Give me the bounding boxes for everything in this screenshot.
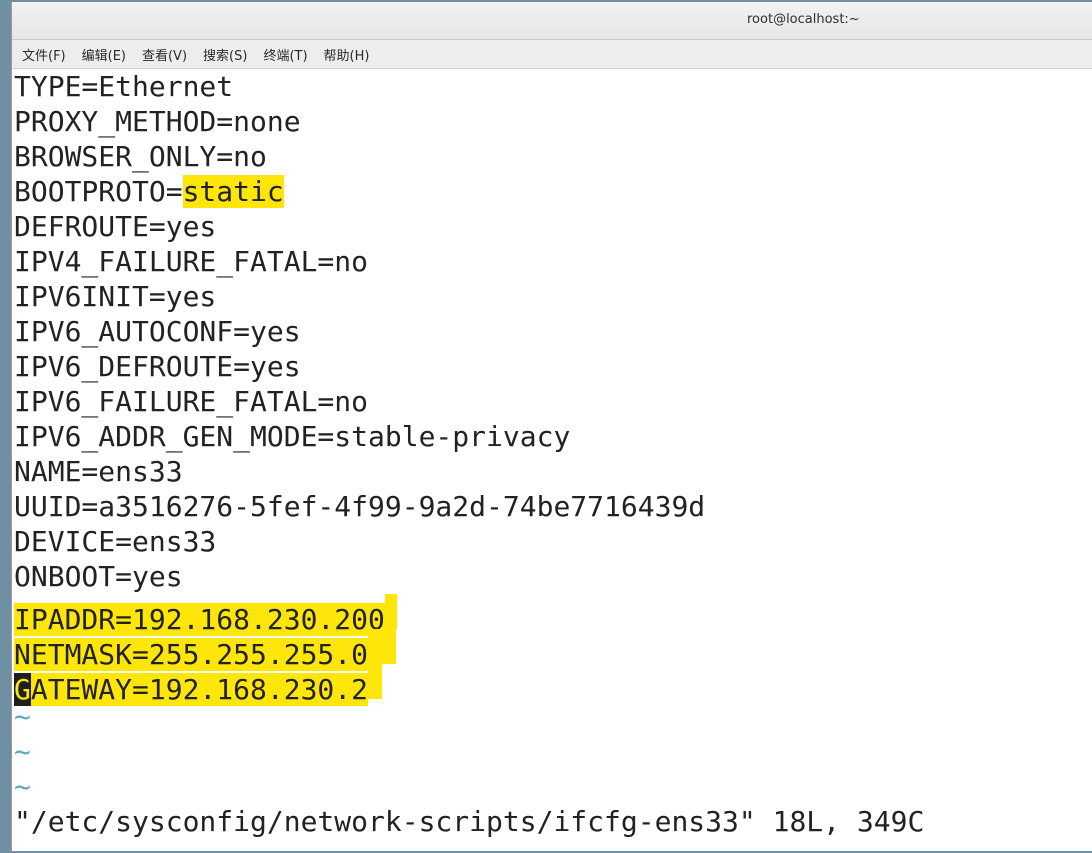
config-line: IPV6_AUTOCONF=yes [14,315,301,348]
vim-status-line: "/etc/sysconfig/network-scripts/ifcfg-en… [14,805,925,838]
config-line: NAME=ens33 [14,455,183,488]
config-line: PROXY_METHOD=none [14,105,301,138]
config-line: DEFROUTE=yes [14,210,217,243]
config-line: BROWSER_ONLY=no [14,140,267,173]
terminal-window: root@localhost:~ 文件(F) 编辑(E) 查看(V) 搜索(S)… [11,2,1092,851]
config-line: IPV6_FAILURE_FATAL=no [14,385,369,418]
config-line: IPV6INIT=yes [14,280,217,313]
title-bar[interactable]: root@localhost:~ [12,2,1092,40]
highlight-pad [384,594,397,629]
menu-edit[interactable]: 编辑(E) [74,42,134,67]
empty-line-tilde: ~ [14,770,31,803]
config-line: IPV6_ADDR_GEN_MODE=stable-privacy [14,420,571,453]
config-line: UUID=a3516276-5fef-4f99-9a2d-74be7716439… [14,490,706,523]
menu-search[interactable]: 搜索(S) [195,42,255,67]
config-line: IPV6_DEFROUTE=yes [14,350,301,383]
highlight-pad [368,629,397,664]
terminal-content[interactable]: TYPE=Ethernet PROXY_METHOD=none BROWSER_… [14,69,1092,851]
menu-file[interactable]: 文件(F) [14,42,74,67]
config-line-gateway: GATEWAY=192.168.230.2 [14,664,1092,706]
config-line: ONBOOT=yes [14,560,183,593]
empty-line-tilde: ~ [14,735,31,768]
highlight-pad [368,664,383,699]
menu-help[interactable]: 帮助(H) [316,42,378,67]
config-line: TYPE=Ethernet [14,70,234,103]
menu-bar: 文件(F) 编辑(E) 查看(V) 搜索(S) 终端(T) 帮助(H) [12,40,1092,69]
config-line-ipaddr: IPADDR=192.168.230.200 [14,594,1092,636]
config-line: IPV4_FAILURE_FATAL=no [14,245,369,278]
config-key: BOOTPROTO= [14,175,183,208]
highlighted-value: static [182,175,284,208]
menu-view[interactable]: 查看(V) [134,42,195,67]
highlighted-text: ATEWAY=192.168.230.2 [30,673,369,706]
menu-terminal[interactable]: 终端(T) [255,42,315,67]
config-line-netmask: NETMASK=255.255.255.0 [14,629,1092,671]
window-title: root@localhost:~ [747,12,860,27]
config-line: DEVICE=ens33 [14,525,217,558]
config-line-bootproto: BOOTPROTO=static [14,174,1092,209]
